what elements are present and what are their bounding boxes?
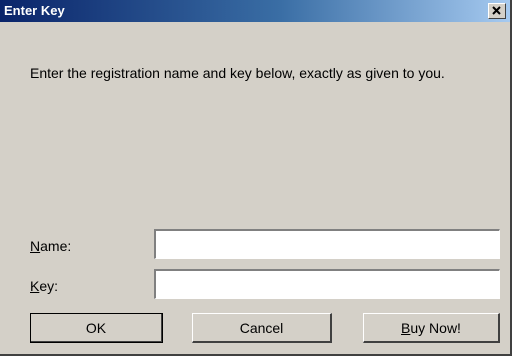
enter-key-dialog: Enter Key Enter the registration name an… xyxy=(0,0,512,356)
close-icon xyxy=(492,6,501,15)
name-label-mnemonic: N xyxy=(30,238,41,254)
dialog-title: Enter Key xyxy=(4,3,65,18)
key-label-rest: ey: xyxy=(39,278,59,294)
key-label: Key: xyxy=(30,277,58,295)
buy-now-button[interactable]: Buy Now! xyxy=(363,313,500,343)
name-label-rest: ame: xyxy=(40,238,72,254)
ok-button-label: OK xyxy=(85,319,107,336)
buy-now-label-rest: uy Now! xyxy=(410,319,461,336)
name-label: Name: xyxy=(30,237,71,255)
buy-now-mnemonic: B xyxy=(401,319,411,336)
title-bar[interactable]: Enter Key xyxy=(0,0,510,22)
close-button[interactable] xyxy=(488,3,506,19)
cancel-button-label: Cancel xyxy=(239,319,284,336)
cancel-button[interactable]: Cancel xyxy=(192,313,332,343)
name-input[interactable] xyxy=(154,229,500,259)
ok-button[interactable]: OK xyxy=(30,313,163,343)
key-input[interactable] xyxy=(154,269,500,299)
key-label-mnemonic: K xyxy=(30,278,40,294)
instruction-text: Enter the registration name and key belo… xyxy=(30,65,445,81)
